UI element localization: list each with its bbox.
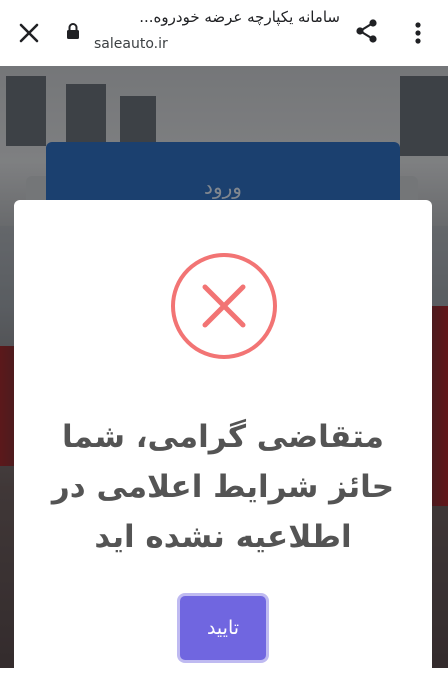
- alert-dialog: متقاضی گرامی، شما حائز شرایط اعلامی در ا…: [14, 200, 432, 680]
- browser-toolbar: سامانه یکپارچه عرضه خودروه... saleauto.i…: [0, 0, 448, 66]
- lock-icon: [66, 22, 80, 40]
- confirm-button[interactable]: تایید: [180, 596, 266, 660]
- share-icon[interactable]: [352, 16, 382, 46]
- error-x-icon: [170, 252, 278, 360]
- page-url[interactable]: saleauto.ir: [94, 36, 168, 52]
- dialog-message: متقاضی گرامی، شما حائز شرایط اعلامی در ا…: [51, 419, 395, 555]
- more-vert-icon[interactable]: [406, 16, 430, 50]
- page-title: سامانه یکپارچه عرضه خودروه...: [139, 8, 340, 26]
- close-icon[interactable]: [14, 18, 44, 48]
